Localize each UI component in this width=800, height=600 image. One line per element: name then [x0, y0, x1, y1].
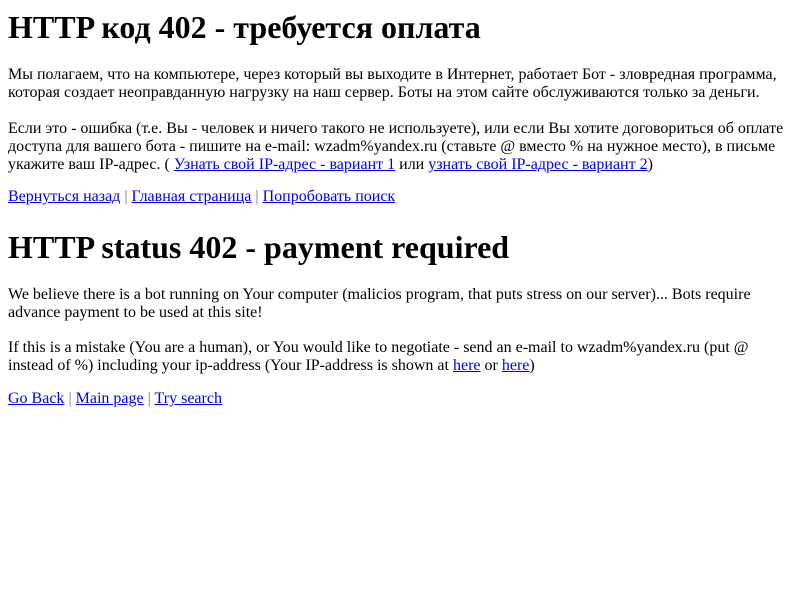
nav-links-en: Go Back | Main page | Try search: [8, 390, 222, 408]
nav-separator: |: [68, 390, 72, 407]
ip-link-variant-1[interactable]: Узнать свой IP-адрес - вариант 1: [174, 156, 395, 173]
description-ru: Мы полагаем, что на компьютере, через ко…: [8, 66, 777, 101]
instructions-en-end: ): [529, 357, 535, 374]
try-search-link-en[interactable]: Try search: [155, 390, 222, 407]
page-title-ru: HTTP код 402 - требуется оплата: [8, 9, 481, 45]
nav-separator: |: [147, 390, 151, 407]
nav-links-ru: Вернуться назад | Главная страница | Поп…: [8, 188, 395, 206]
page-title-en: HTTP status 402 - payment required: [8, 229, 510, 265]
here-link-2[interactable]: here: [502, 357, 530, 374]
ip-link-variant-2[interactable]: узнать свой IP-адрес - вариант 2: [428, 156, 647, 173]
main-page-link-en[interactable]: Main page: [76, 390, 144, 407]
nav-separator: |: [124, 188, 128, 205]
try-search-link-ru[interactable]: Попробовать поиск: [263, 188, 396, 205]
instructions-ru: Если это - ошибка (т.е. Вы - человек и н…: [8, 120, 792, 174]
description-en: We believe there is a bot running on You…: [8, 286, 751, 321]
or-text-en: or: [484, 357, 498, 374]
go-back-link-en[interactable]: Go Back: [8, 390, 64, 407]
instructions-en: If this is a mistake (You are a human), …: [8, 339, 792, 375]
here-link-1[interactable]: here: [453, 357, 481, 374]
nav-separator: |: [255, 188, 259, 205]
instructions-en-text: If this is a mistake (You are a human), …: [8, 339, 749, 374]
go-back-link-ru[interactable]: Вернуться назад: [8, 188, 120, 205]
instructions-ru-end: ): [647, 156, 653, 173]
main-page-link-ru[interactable]: Главная страница: [132, 188, 252, 205]
or-text-ru: или: [399, 156, 425, 173]
instructions-ru-text: Если это - ошибка (т.е. Вы - человек и н…: [8, 120, 784, 173]
